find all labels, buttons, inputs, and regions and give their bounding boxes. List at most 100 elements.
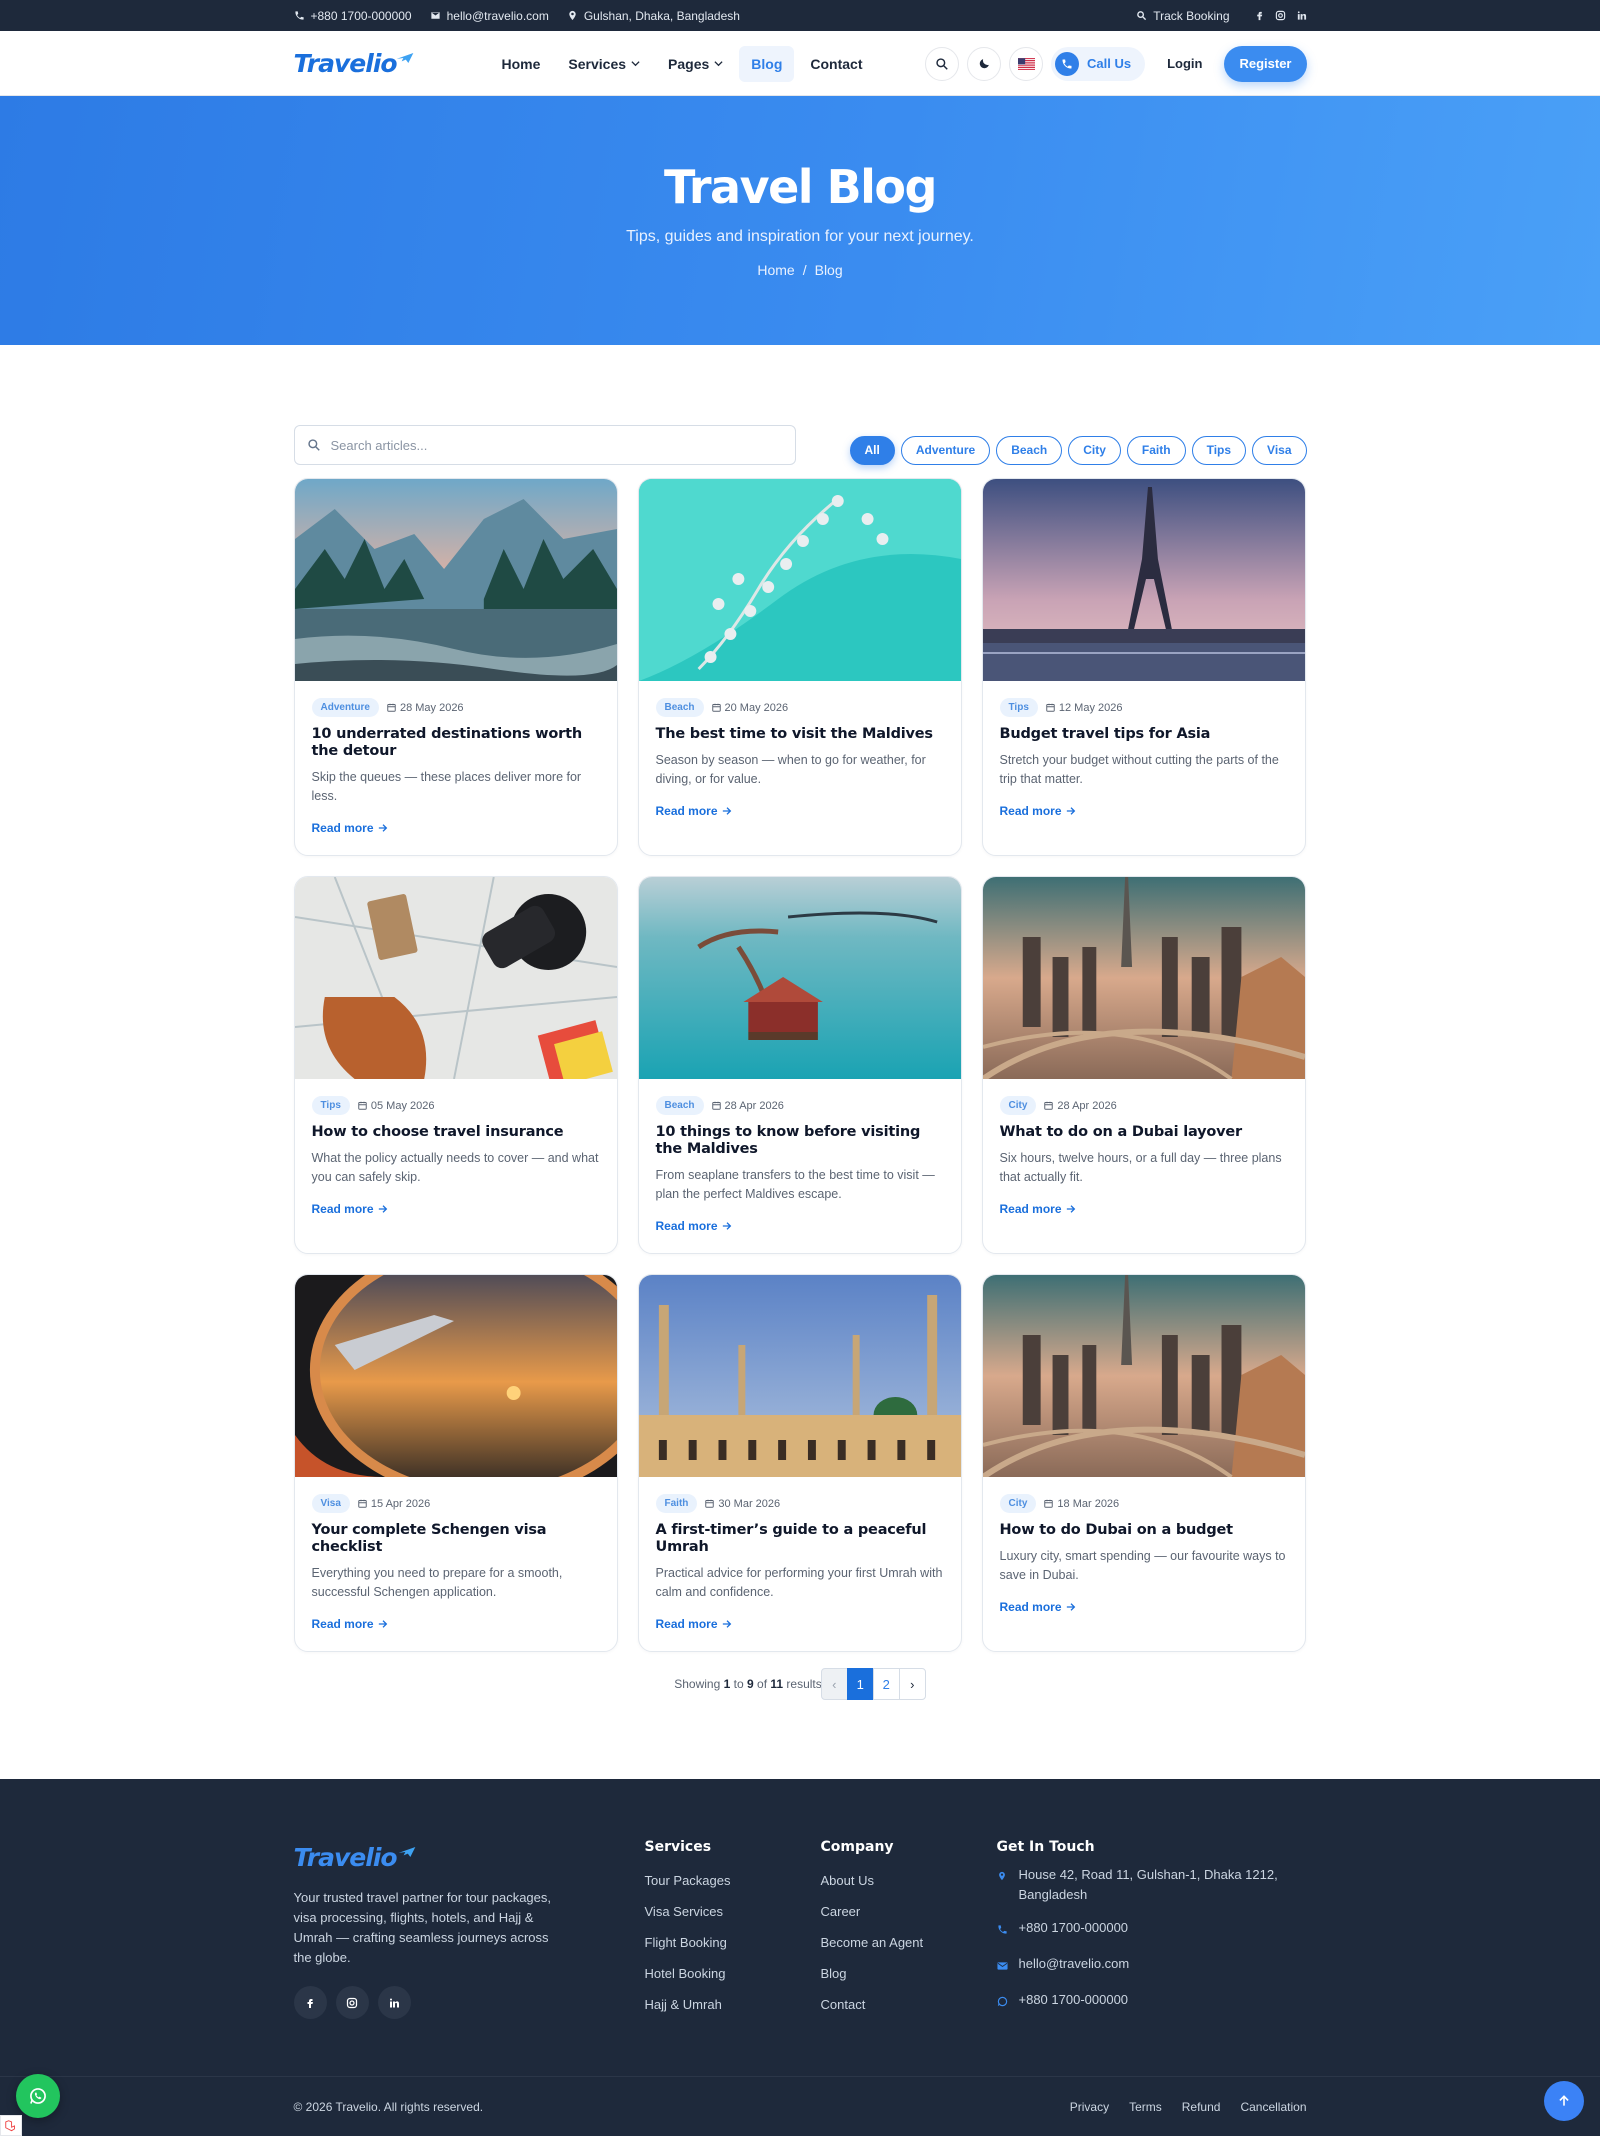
filter-chip-visa[interactable]: Visa	[1252, 435, 1307, 465]
category-tag[interactable]: Beach	[655, 1096, 704, 1115]
topbar-email[interactable]: hello@travelio.com	[430, 9, 549, 23]
blog-card[interactable]: Visa 15 Apr 2026 Your complete Schengen vi…	[293, 1274, 618, 1652]
blog-card[interactable]: Beach 20 May 2026 The best time to visit t…	[637, 478, 962, 856]
breadcrumb-home[interactable]: Home	[757, 262, 794, 278]
legal-link-privacy[interactable]: Privacy	[1070, 2100, 1109, 2114]
blog-card-image[interactable]	[982, 877, 1305, 1079]
scroll-to-top-button[interactable]	[1544, 2081, 1584, 2121]
post-title[interactable]: How to choose travel insurance	[312, 1124, 600, 1141]
linkedin-icon[interactable]	[1296, 10, 1307, 21]
blog-card-image[interactable]	[638, 1275, 961, 1477]
footer-company-link[interactable]: Blog	[821, 1958, 997, 1989]
pagination-prev[interactable]: ‹	[820, 1668, 848, 1700]
category-tag[interactable]: Beach	[655, 698, 704, 717]
facebook-icon[interactable]	[1254, 10, 1265, 21]
blog-card[interactable]: Tips 12 May 2026 Budget travel tips for As…	[981, 478, 1306, 856]
legal-link-terms[interactable]: Terms	[1129, 2100, 1162, 2114]
register-button[interactable]: Register	[1224, 45, 1307, 82]
category-tag[interactable]: Adventure	[311, 698, 379, 717]
blog-card-image[interactable]	[982, 1275, 1305, 1477]
footer-service-link[interactable]: Hotel Booking	[645, 1958, 821, 1989]
filter-chip-adventure[interactable]: Adventure	[900, 435, 991, 465]
read-more-link[interactable]: Read more	[656, 1219, 944, 1233]
filter-chip-beach[interactable]: Beach	[996, 435, 1063, 465]
footer-service-link[interactable]: Tour Packages	[645, 1865, 821, 1896]
legal-link-cancellation[interactable]: Cancellation	[1240, 2100, 1306, 2114]
blog-card-image[interactable]	[294, 1275, 617, 1477]
footer-company-link[interactable]: Career	[821, 1896, 997, 1927]
instagram-icon[interactable]	[335, 1986, 369, 2019]
blog-card[interactable]: Tips 05 May 2026 How to choose travel insu…	[293, 876, 618, 1254]
post-title[interactable]: Budget travel tips for Asia	[1000, 726, 1288, 743]
filter-chip-tips[interactable]: Tips	[1191, 435, 1247, 465]
footer-service-link[interactable]: Visa Services	[645, 1896, 821, 1927]
read-more-link[interactable]: Read more	[312, 1202, 600, 1216]
footer-service-link[interactable]: Hajj & Umrah	[645, 1989, 821, 2020]
category-tag[interactable]: City	[999, 1096, 1037, 1115]
post-title[interactable]: A first-timer’s guide to a peaceful Umra…	[656, 1522, 944, 1556]
search-box[interactable]: Search articles...	[293, 425, 796, 465]
post-title[interactable]: The best time to visit the Maldives	[656, 726, 944, 743]
blog-card[interactable]: City 28 Apr 2026 What to do on a Dubai lay…	[981, 876, 1306, 1254]
nav-pages[interactable]: Pages	[656, 46, 735, 82]
blog-card[interactable]: Faith 30 Mar 2026 A first-timer’s guide to…	[637, 1274, 962, 1652]
nav-contact[interactable]: Contact	[798, 46, 874, 82]
footer-company-link[interactable]: Become an Agent	[821, 1927, 997, 1958]
filter-chip-city[interactable]: City	[1068, 435, 1121, 465]
post-title[interactable]: 10 underrated destinations worth the det…	[312, 726, 600, 760]
footer-email[interactable]: hello@travelio.com	[996, 1954, 1307, 1977]
blog-card-image[interactable]	[638, 877, 961, 1079]
filter-chip-all[interactable]: All	[849, 435, 895, 465]
whatsapp-float-button[interactable]	[16, 2074, 60, 2118]
pagination-next[interactable]: ›	[898, 1668, 926, 1700]
topbar-phone[interactable]: +880 1700-000000	[294, 9, 412, 23]
category-tag[interactable]: Faith	[655, 1494, 698, 1513]
pagination-page-1[interactable]: 1	[846, 1668, 874, 1700]
search-input[interactable]: Search articles...	[331, 438, 428, 453]
blog-card[interactable]: Adventure 28 May 2026 10 underrated destin…	[293, 478, 618, 856]
read-more-link[interactable]: Read more	[656, 1617, 944, 1631]
post-title[interactable]: Your complete Schengen visa checklist	[312, 1522, 600, 1556]
filter-chip-faith[interactable]: Faith	[1126, 435, 1186, 465]
language-switcher[interactable]	[1009, 46, 1043, 81]
category-tag[interactable]: Visa	[311, 1494, 350, 1513]
blog-card-image[interactable]	[982, 479, 1305, 681]
category-tag[interactable]: City	[999, 1494, 1037, 1513]
nav-blog[interactable]: Blog	[739, 45, 795, 82]
read-more-link[interactable]: Read more	[1000, 1600, 1288, 1614]
login-link[interactable]: Login	[1153, 56, 1216, 71]
footer-phone[interactable]: +880 1700-000000	[997, 1918, 1307, 1941]
search-button[interactable]	[925, 46, 959, 81]
blog-card-image[interactable]	[294, 877, 617, 1079]
category-tag[interactable]: Tips	[999, 698, 1038, 717]
footer-logo[interactable]: Travelio	[294, 1843, 645, 1872]
footer-whatsapp[interactable]: +880 1700-000000	[997, 1990, 1307, 2013]
read-more-link[interactable]: Read more	[312, 821, 600, 835]
dark-mode-toggle[interactable]	[967, 46, 1001, 81]
nav-services[interactable]: Services	[556, 46, 652, 82]
blog-card[interactable]: Beach 28 Apr 2026 10 things to know before…	[637, 876, 962, 1254]
post-title[interactable]: What to do on a Dubai layover	[1000, 1124, 1288, 1141]
facebook-icon[interactable]	[293, 1986, 327, 2019]
post-title[interactable]: How to do Dubai on a budget	[1000, 1522, 1288, 1539]
read-more-link[interactable]: Read more	[312, 1617, 600, 1631]
instagram-icon[interactable]	[1275, 10, 1286, 21]
track-booking-link[interactable]: Track Booking	[1136, 9, 1230, 23]
pagination-page-2[interactable]: 2	[872, 1668, 900, 1700]
blog-card-image[interactable]	[638, 479, 961, 681]
read-more-link[interactable]: Read more	[1000, 1202, 1288, 1216]
legal-link-refund[interactable]: Refund	[1182, 2100, 1221, 2114]
footer-company-link[interactable]: About Us	[821, 1865, 997, 1896]
nav-home[interactable]: Home	[490, 46, 553, 82]
footer-service-link[interactable]: Flight Booking	[645, 1927, 821, 1958]
call-us-button[interactable]: Call Us	[1051, 46, 1146, 81]
read-more-link[interactable]: Read more	[1000, 804, 1288, 818]
linkedin-icon[interactable]	[377, 1986, 411, 2019]
blog-card-image[interactable]	[294, 479, 617, 681]
post-title[interactable]: 10 things to know before visiting the Ma…	[656, 1124, 944, 1158]
category-tag[interactable]: Tips	[311, 1096, 350, 1115]
read-more-link[interactable]: Read more	[656, 804, 944, 818]
blog-card[interactable]: City 18 Mar 2026 How to do Dubai on a budg…	[981, 1274, 1306, 1652]
footer-company-link[interactable]: Contact	[821, 1989, 997, 2020]
brand-logo[interactable]: Travelio	[294, 49, 490, 78]
